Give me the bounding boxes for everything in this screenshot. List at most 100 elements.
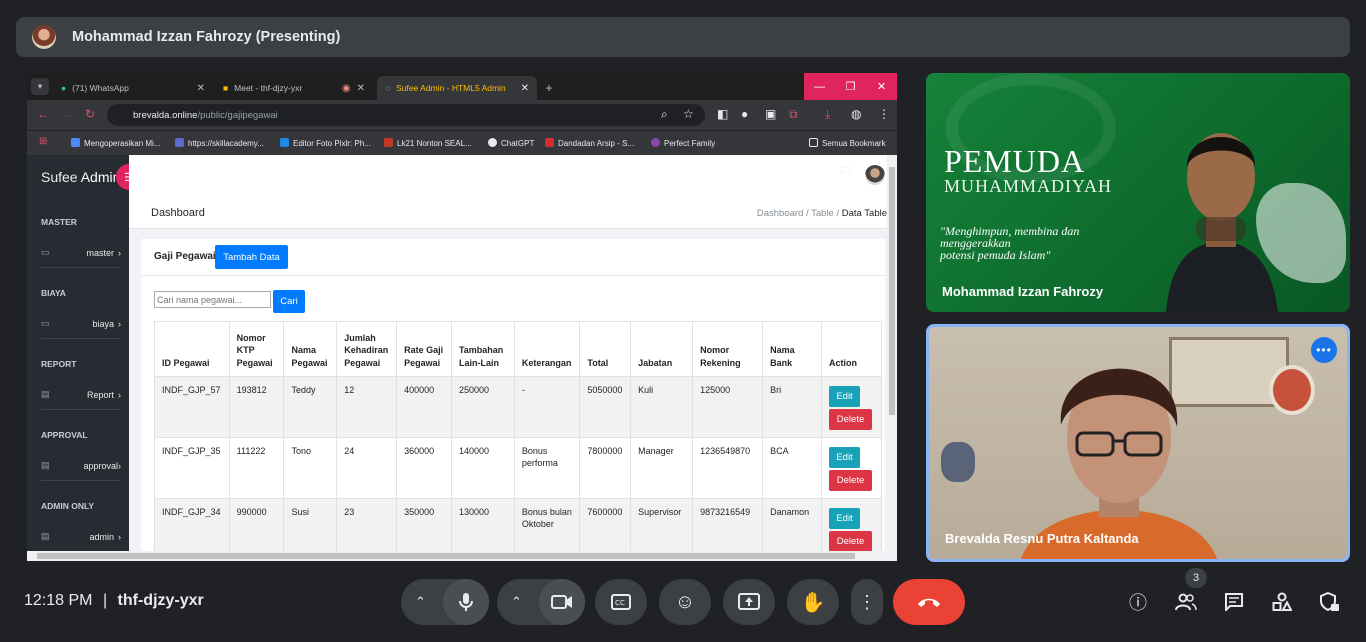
breadcrumb-item[interactable]: Table [811, 208, 834, 219]
sidebar-item-master[interactable]: ▭ master › [41, 247, 121, 258]
search-button[interactable]: Cari [273, 290, 305, 313]
presenter-avatar [32, 25, 56, 49]
bookmarks-bar: ⊞ Mengoperasikan Mi... https://skillacad… [27, 130, 897, 155]
vertical-scroll-thumb[interactable] [889, 167, 895, 415]
delete-button[interactable]: Delete [829, 531, 873, 552]
tab-meet[interactable]: ■ Meet - thf-djzy-yxr ◉ ✕ [215, 76, 373, 100]
chevron-right-icon: › [118, 531, 121, 542]
people-icon[interactable] [1174, 590, 1198, 614]
brand-logo: Sufee Admin [41, 169, 121, 185]
column-header: Tambahan Lain-Lain [450, 321, 515, 377]
maximize-icon[interactable]: ❐ [835, 73, 866, 100]
flag-icon[interactable]: 🏳 [839, 167, 852, 178]
star-icon[interactable]: ☆ [683, 107, 694, 121]
back-icon[interactable]: ← [37, 107, 49, 121]
sidebar-item-report[interactable]: ▤ Report › [41, 389, 121, 400]
extension-icon[interactable]: ◧ [717, 107, 728, 121]
wall-clock [1269, 365, 1315, 415]
url-field[interactable]: brevalda.online/public/gajipegawai [107, 104, 705, 126]
close-icon[interactable]: ✕ [197, 83, 205, 94]
presenter-name: Mohammad Izzan Fahrozy (Presenting) [72, 29, 341, 45]
captions-icon[interactable]: CC [595, 579, 647, 625]
chevron-up-icon[interactable]: ⌃ [415, 594, 426, 610]
bookmark-item[interactable]: Perfect Family [651, 138, 715, 148]
chevron-right-icon: › [118, 318, 121, 329]
shared-screen: ▾ ● (71) WhatsApp ✕ ■ Meet - thf-djzy-yx… [27, 73, 897, 561]
reload-icon[interactable]: ↻ [85, 107, 95, 121]
tab-sufee-admin[interactable]: ◌ Sufee Admin - HTML5 Admin T ✕ [377, 76, 537, 100]
bookmark-item[interactable]: Dandadan Arsip - S... [545, 138, 634, 148]
column-header: Total [579, 321, 632, 377]
chevron-up-icon[interactable]: ⌃ [511, 594, 522, 610]
column-header: ID Pegawai [154, 321, 230, 377]
close-icon[interactable]: ✕ [357, 83, 365, 94]
banner-subtitle: MUHAMMADIYAH [944, 176, 1113, 196]
card-title: Gaji Pegawai [154, 251, 216, 262]
extension-icon-2[interactable]: ● [741, 107, 748, 121]
chevron-right-icon: › [118, 460, 121, 471]
column-header: Rate Gaji Pegawai [396, 321, 452, 377]
tab-whatsapp[interactable]: ● (71) WhatsApp ✕ [53, 76, 213, 100]
sidebar-section: MASTER [41, 217, 77, 227]
sidebar-item-biaya[interactable]: ▭ biaya › [41, 318, 121, 329]
column-header: Jumlah Kehadiran Pegawai [336, 321, 398, 377]
table-row: INDF_GJP_35 111222 Tono 24 360000 140000 Bonus… [154, 437, 882, 499]
bookmark-item[interactable]: Mengoperasikan Mi... [71, 138, 160, 148]
edit-button[interactable]: Edit [829, 386, 861, 407]
edit-button[interactable]: Edit [829, 508, 861, 529]
microphone-icon[interactable] [443, 579, 489, 625]
add-data-button[interactable]: Tambah Data [215, 245, 288, 269]
breadcrumb-item[interactable]: Dashboard [757, 208, 803, 219]
window-close-icon[interactable]: ✕ [866, 73, 897, 100]
sidebar-section: APPROVAL [41, 430, 88, 440]
forward-icon[interactable]: → [61, 107, 73, 121]
page-title: Dashboard [151, 207, 205, 219]
chat-icon[interactable] [1222, 590, 1246, 614]
more-options-icon[interactable]: ⋮ [851, 579, 883, 625]
all-bookmarks[interactable]: Semua Bookmark [809, 138, 886, 148]
minimize-icon[interactable]: — [804, 73, 835, 100]
bookmark-item[interactable]: Editor Foto Pixlr: Ph... [280, 138, 371, 148]
edit-button[interactable]: Edit [829, 447, 861, 468]
delete-button[interactable]: Delete [829, 470, 873, 491]
camera-icon[interactable] [539, 579, 585, 625]
new-tab-icon[interactable]: + [541, 76, 557, 100]
divider [41, 338, 121, 339]
sidebar-item-approval[interactable]: ▤ approval › [41, 460, 121, 471]
banner-quote: "Menghimpun, membina dan menggerakkan po… [940, 224, 1080, 262]
search-input[interactable] [154, 291, 271, 308]
activities-icon[interactable] [1270, 590, 1294, 614]
user-avatar[interactable] [865, 165, 885, 185]
sidebar-item-admin[interactable]: ▤ admin › [41, 531, 121, 542]
present-screen-icon[interactable] [723, 579, 775, 625]
column-header: Nama Bank [762, 321, 823, 377]
bookmark-item[interactable]: https://skillacademy... [175, 138, 264, 148]
extension-icon-3[interactable]: ▣ [765, 107, 776, 121]
meeting-controls: 12:18 PM | thf-djzy-yxr ⌃ ⌃ CC ☺ ✋ ⋮ ⓘ [0, 576, 1366, 628]
close-icon[interactable]: ✕ [521, 83, 529, 94]
admin-header: 🏳 [129, 155, 887, 195]
bookmark-item[interactable]: Lk21 Nonton SEAL... [384, 138, 472, 148]
zoom-icon[interactable]: ⌕ [661, 107, 668, 122]
download-icon[interactable]: ⤓ [825, 107, 830, 122]
emoji-icon[interactable]: ☺ [659, 579, 711, 625]
more-options-icon[interactable]: ••• [1311, 337, 1337, 363]
menu-icon[interactable]: ⋮ [878, 107, 890, 121]
meeting-code: thf-djzy-yxr [117, 592, 204, 609]
bookmark-item[interactable]: ChatGPT [488, 138, 534, 148]
leave-call-button[interactable] [893, 579, 965, 625]
breadcrumb: Dashboard / Table / Data Table [756, 208, 887, 219]
delete-button[interactable]: Delete [829, 409, 873, 430]
participant-tile-active[interactable]: ••• Brevalda Resnu Putra Kaltanda [926, 324, 1350, 562]
horizontal-scroll-thumb[interactable] [37, 553, 855, 559]
apps-icon[interactable]: ⊞ [39, 136, 47, 147]
meeting-info-icon[interactable]: ⓘ [1126, 590, 1150, 614]
puzzle-icon[interactable]: ⧉ [789, 107, 798, 122]
host-controls-icon[interactable] [1318, 590, 1342, 614]
raise-hand-icon[interactable]: ✋ [787, 579, 839, 625]
profile-icon[interactable]: ◍ [851, 107, 861, 121]
address-bar-row: ← → ↻ brevalda.online/public/gajipegawai… [27, 100, 897, 130]
participant-tile[interactable]: PEMUDA MUHAMMADIYAH "Menghimpun, membina… [926, 73, 1350, 312]
tab-search-icon[interactable]: ▾ [31, 78, 49, 95]
admin-sidebar: Sufee Admin MASTER ▭ master › BIAYA ▭ biaya… [27, 155, 129, 561]
